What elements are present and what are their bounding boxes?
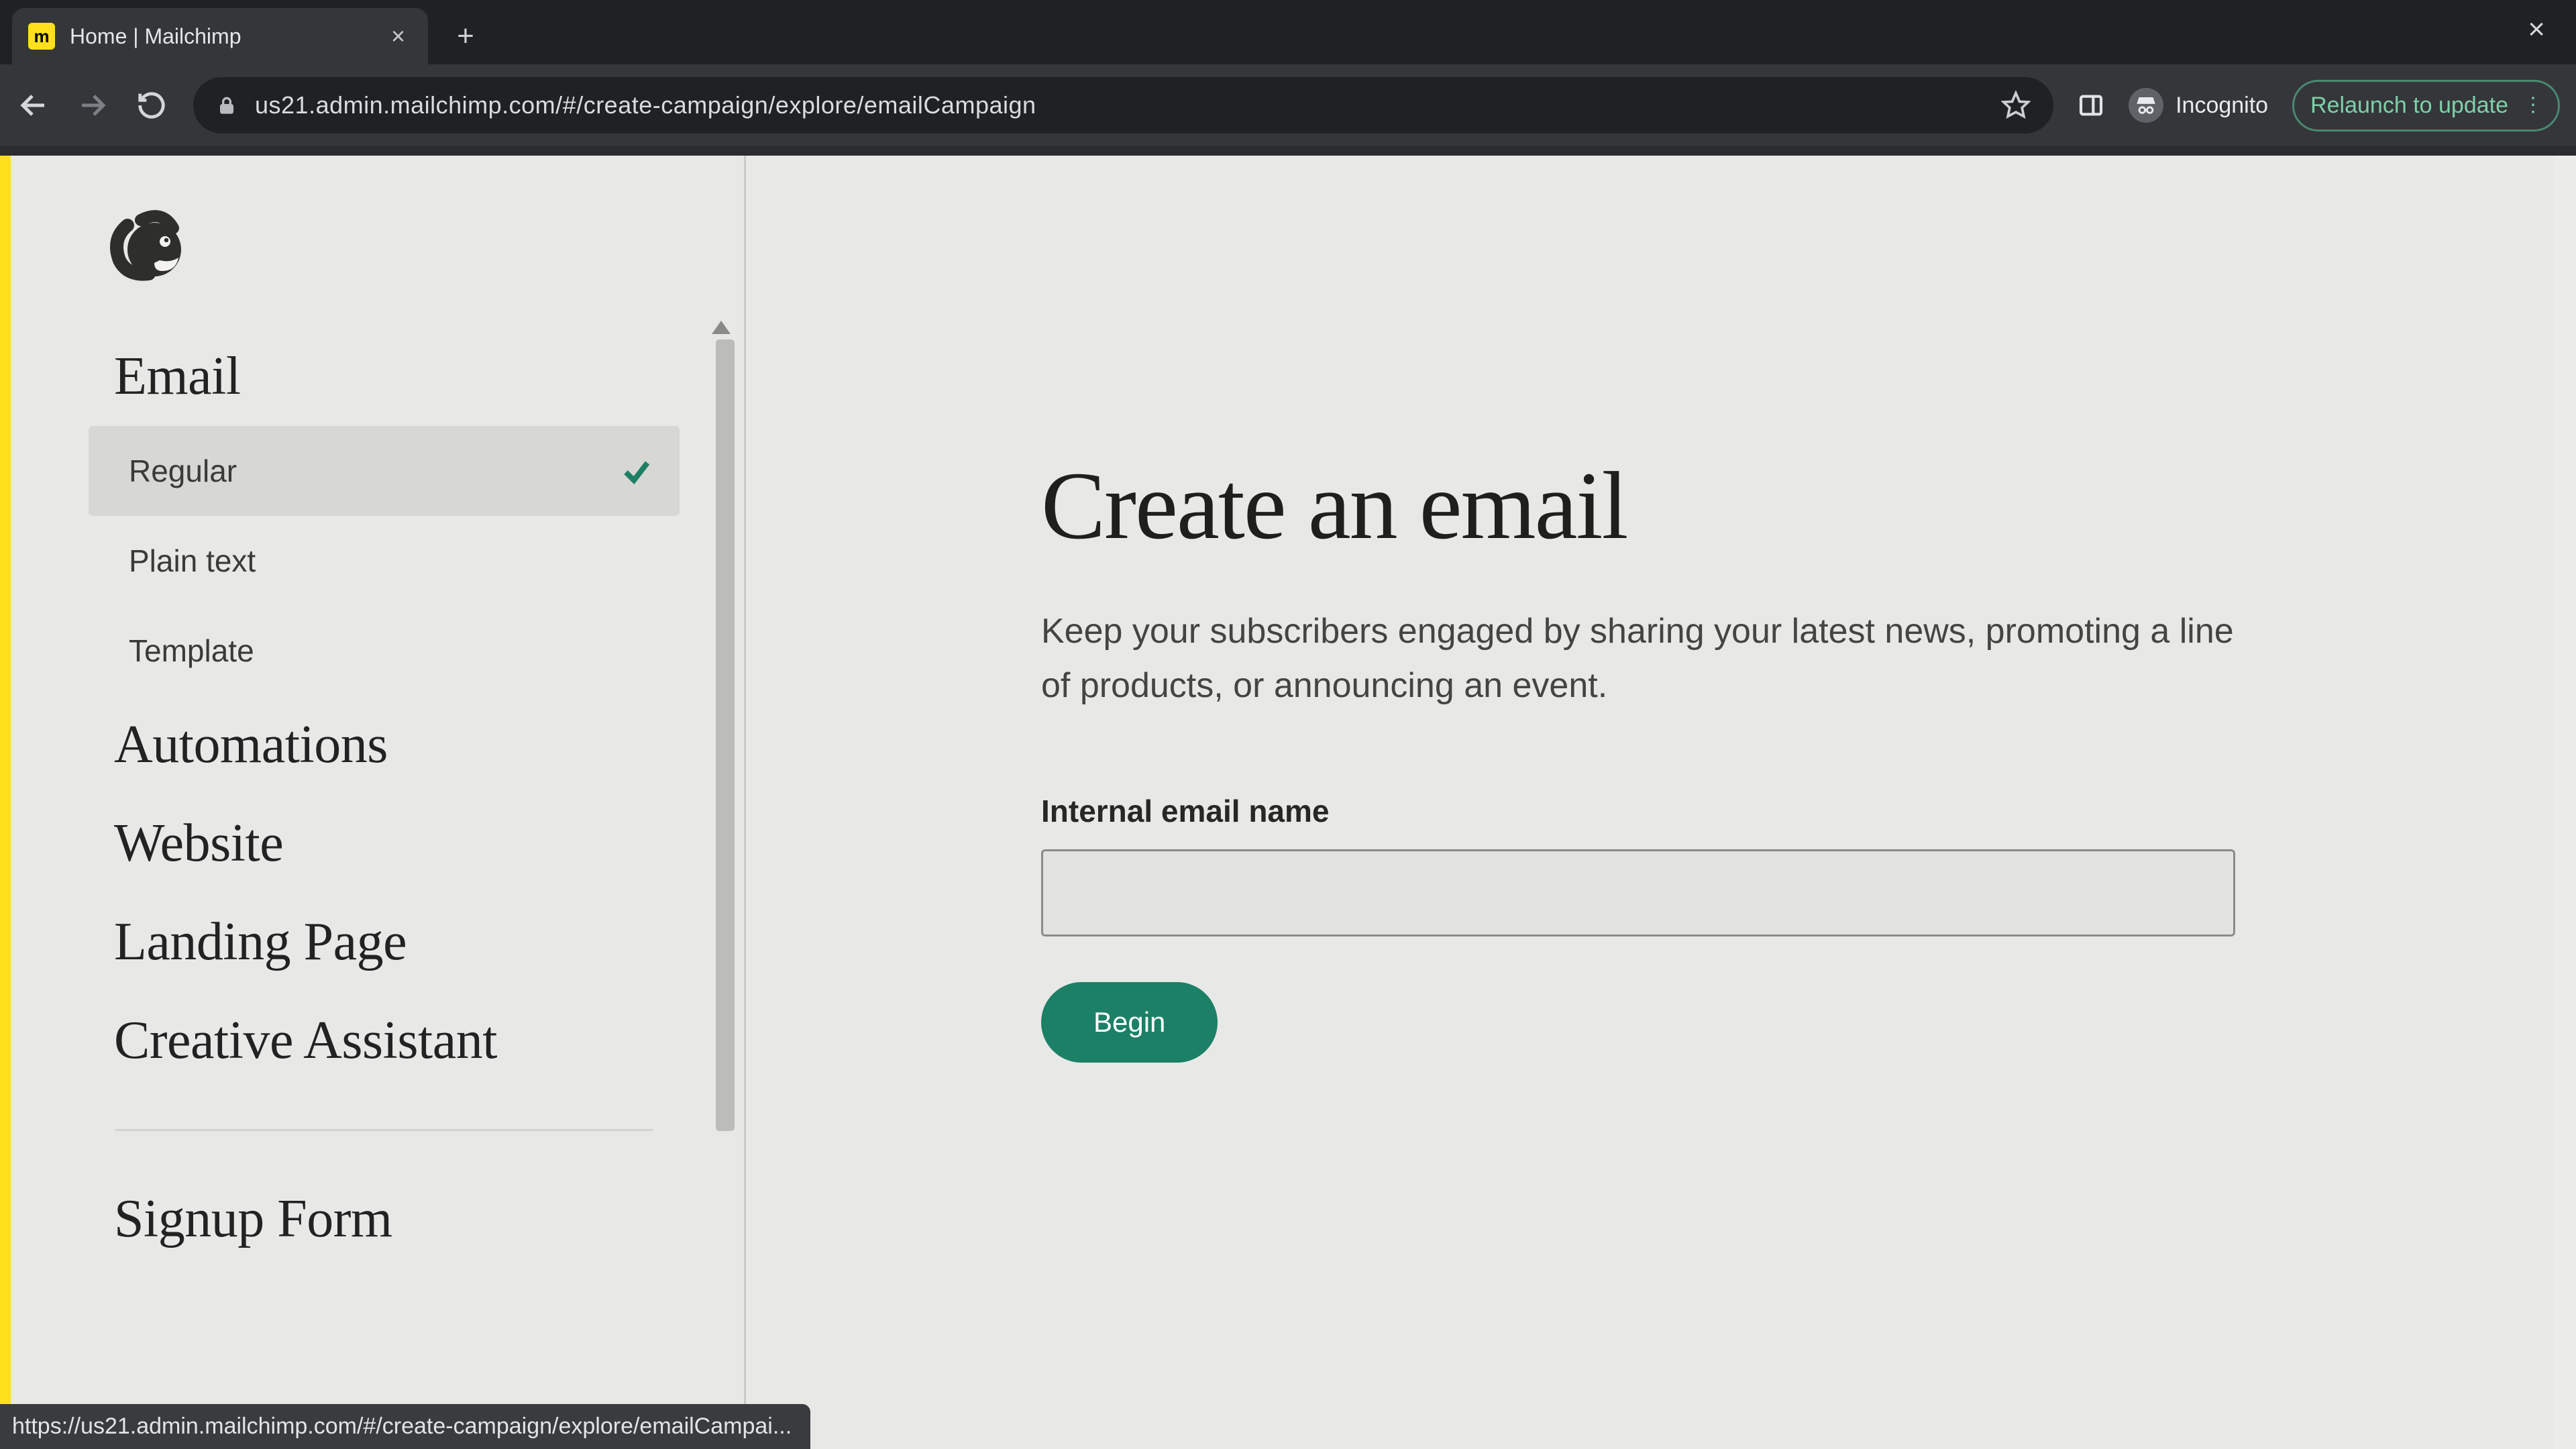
minimize-icon[interactable] (2373, 19, 2394, 40)
field-label-internal-name: Internal email name (1041, 793, 2576, 829)
nav-item-label: Plain text (129, 543, 256, 579)
sidebar-header (11, 156, 744, 327)
maximize-icon[interactable] (2451, 20, 2470, 39)
window-controls: × (2293, 8, 2576, 64)
bookmark-star-icon[interactable] (2001, 91, 2031, 120)
mailchimp-logo-icon[interactable] (101, 201, 186, 287)
check-icon (621, 455, 653, 487)
page-title: Create an email (1041, 451, 2576, 561)
nav-group-email[interactable]: Email (89, 327, 680, 426)
incognito-icon (2129, 88, 2163, 123)
main-content: Create an email Keep your subscribers en… (746, 156, 2576, 1449)
sidebar-back-button[interactable] (47, 231, 74, 258)
nav-group-label: Automations (114, 714, 388, 775)
relaunch-button[interactable]: Relaunch to update ⋮ (2292, 80, 2560, 131)
url-text: us21.admin.mailchimp.com/#/create-campai… (255, 91, 1036, 119)
nav-item-label: Regular (129, 453, 237, 489)
chevron-up-icon (633, 362, 663, 392)
tab-strip: m Home | Mailchimp × + × (0, 0, 2576, 64)
nav-group-label: Signup Form (114, 1189, 392, 1250)
nav-group-creative-assistant[interactable]: Creative Assistant (89, 991, 680, 1090)
scroll-up-icon[interactable] (712, 321, 731, 334)
page-description: Keep your subscribers engaged by sharing… (1041, 604, 2235, 712)
relaunch-label: Relaunch to update (2310, 93, 2508, 119)
nav-group-automations[interactable]: Automations (89, 696, 680, 794)
link-status-preview: https://us21.admin.mailchimp.com/#/creat… (0, 1404, 810, 1449)
address-bar[interactable]: us21.admin.mailchimp.com/#/create-campai… (193, 77, 2053, 133)
incognito-label: Incognito (2176, 93, 2268, 119)
sidebar: Email Regular Plain text Template (11, 156, 746, 1449)
nav-group-signup-form[interactable]: Signup Form (89, 1170, 680, 1269)
begin-button[interactable]: Begin (1041, 982, 1218, 1063)
back-button[interactable] (16, 88, 51, 123)
chevron-down-icon[interactable] (2293, 18, 2316, 41)
window-close-icon[interactable]: × (2528, 13, 2545, 46)
accent-strip (0, 156, 11, 1449)
browser-toolbar: us21.admin.mailchimp.com/#/create-campai… (0, 64, 2576, 146)
forward-button[interactable] (75, 88, 110, 123)
nav-item-label: Template (129, 633, 254, 669)
chevron-down-icon (633, 828, 663, 859)
reload-button[interactable] (134, 88, 169, 123)
lock-icon (216, 95, 237, 116)
sidebar-divider (115, 1129, 653, 1131)
kebab-menu-icon[interactable]: ⋮ (2523, 95, 2542, 115)
browser-tab[interactable]: m Home | Mailchimp × (12, 8, 428, 64)
nav-item-template[interactable]: Template (89, 606, 680, 696)
sidebar-nav: Email Regular Plain text Template (11, 327, 744, 1269)
sidebar-scrollbar[interactable] (716, 339, 735, 1131)
nav-group-label: Landing Page (114, 912, 407, 973)
nav-group-website[interactable]: Website (89, 794, 680, 893)
sidebar-scrollbar-thumb[interactable] (716, 339, 735, 1131)
mailchimp-favicon-icon: m (28, 23, 55, 50)
nav-group-label: Email (114, 346, 241, 407)
incognito-indicator[interactable]: Incognito (2129, 88, 2268, 123)
nav-item-regular[interactable]: Regular (89, 426, 680, 516)
tab-title: Home | Mailchimp (70, 24, 372, 49)
side-panel-icon[interactable] (2078, 92, 2104, 119)
tab-close-icon[interactable]: × (387, 22, 409, 50)
nav-item-plain-text[interactable]: Plain text (89, 516, 680, 606)
nav-group-label: Website (114, 813, 283, 874)
nav-group-landing-page[interactable]: Landing Page (89, 893, 680, 991)
app-page: Email Regular Plain text Template (0, 156, 2576, 1449)
nav-group-label: Creative Assistant (114, 1010, 497, 1071)
browser-chrome: m Home | Mailchimp × + × (0, 0, 2576, 146)
page-scrollbar[interactable] (2553, 156, 2576, 1449)
new-tab-button[interactable]: + (445, 16, 486, 56)
chevron-down-icon (633, 1204, 663, 1235)
internal-email-name-input[interactable] (1041, 849, 2235, 936)
